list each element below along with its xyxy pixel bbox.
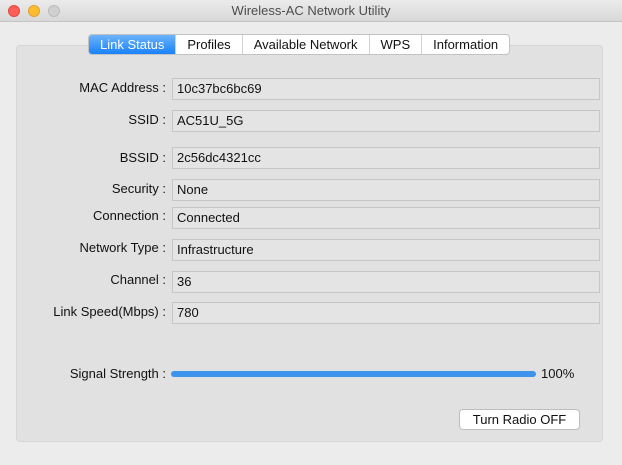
link-speed-label: Link Speed(Mbps) : <box>53 304 166 319</box>
security-field: None <box>172 179 600 201</box>
channel-field: 36 <box>172 271 600 293</box>
tab-information[interactable]: Information <box>422 35 509 54</box>
ssid-field: AC51U_5G <box>172 110 600 132</box>
minimize-button[interactable] <box>28 5 40 17</box>
ssid-label: SSID : <box>128 112 166 127</box>
connection-field: Connected <box>172 207 600 229</box>
mac-address-label: MAC Address : <box>79 80 166 95</box>
network-type-field: Infrastructure <box>172 239 600 261</box>
tab-bar: Link Status Profiles Available Network W… <box>88 34 511 55</box>
tab-available-network[interactable]: Available Network <box>243 35 370 54</box>
bssid-field: 2c56dc4321cc <box>172 147 600 169</box>
signal-strength-bar <box>171 371 536 377</box>
link-speed-field: 780 <box>172 302 600 324</box>
turn-radio-off-button[interactable]: Turn Radio OFF <box>459 409 580 430</box>
tab-link-status[interactable]: Link Status <box>89 35 177 54</box>
tab-profiles[interactable]: Profiles <box>176 35 243 54</box>
window-title: Wireless-AC Network Utility <box>231 3 391 18</box>
connection-label: Connection : <box>93 208 166 223</box>
close-button[interactable] <box>8 5 20 17</box>
signal-strength-value: 100% <box>541 366 575 381</box>
bssid-label: BSSID : <box>119 150 166 165</box>
mac-address-field: 10c37bc6bc69 <box>172 78 600 100</box>
title-bar: Wireless-AC Network Utility <box>0 0 622 22</box>
signal-strength-label: Signal Strength : <box>69 366 166 381</box>
zoom-button[interactable] <box>48 5 60 17</box>
channel-label: Channel : <box>110 272 166 287</box>
tab-wps[interactable]: WPS <box>370 35 423 54</box>
network-type-label: Network Type : <box>79 240 166 255</box>
security-label: Security : <box>111 181 166 196</box>
